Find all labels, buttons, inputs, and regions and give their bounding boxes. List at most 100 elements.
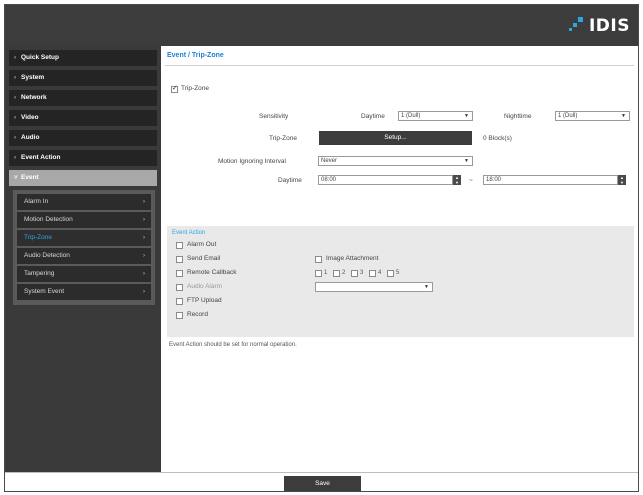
sidebar-item-network[interactable]: › Network [9, 90, 157, 106]
callback-5-label: 5 [396, 270, 400, 276]
submenu-item-label: System Event [24, 288, 65, 295]
chevron-down-icon: ˅ [14, 175, 18, 181]
sidebar-item-system[interactable]: › System [9, 70, 157, 86]
sensitivity-label: Sensitivity [259, 113, 289, 120]
chevron-right-icon: › [143, 253, 145, 259]
main-content: Event / Trip-Zone Trip-Zone Sensitivity … [161, 46, 638, 472]
ftp-upload-label: FTP Upload [187, 297, 222, 304]
sidebar-item-label: Network [21, 94, 47, 101]
audio-alarm-checkbox[interactable] [176, 284, 183, 291]
audio-alarm-select[interactable]: ▼ [315, 282, 433, 292]
sidebar-item-audio[interactable]: › Audio [9, 130, 157, 146]
event-submenu: Alarm In › Motion Detection › Trip-Zone › A… [13, 190, 155, 305]
audio-alarm-label: Audio Alarm [187, 283, 223, 290]
bottom-bar: Save [5, 472, 638, 491]
trip-zone-label: Trip-Zone [269, 135, 297, 142]
submenu-item-label: Motion Detection [24, 216, 73, 223]
callback-1-checkbox[interactable] [315, 270, 322, 277]
callback-4-checkbox[interactable] [369, 270, 376, 277]
daytime-sensitivity-label: Daytime [361, 113, 385, 120]
daytime-range-label: Daytime [278, 177, 302, 184]
bullet-icon: › [14, 155, 16, 161]
event-action-title: Event Action [172, 230, 206, 236]
submenu-item-tampering[interactable]: Tampering › [17, 266, 151, 282]
bullet-icon: › [14, 75, 16, 81]
dropdown-arrow-icon: ▼ [424, 284, 429, 290]
divider [165, 65, 634, 66]
chevron-right-icon: › [143, 289, 145, 295]
ftp-upload-checkbox[interactable] [176, 298, 183, 305]
trip-zone-enable-label: Trip-Zone [181, 85, 209, 92]
logo-text: IDIS [588, 16, 630, 36]
setup-button[interactable]: Setup... [319, 131, 472, 145]
image-attachment-checkbox[interactable] [315, 256, 322, 263]
app-window: IDIS › Quick Setup › System › Network › Vide… [4, 4, 639, 492]
nighttime-sensitivity-select[interactable]: 1 (Dull) ▼ [555, 111, 630, 121]
dropdown-arrow-icon: ▼ [621, 113, 626, 119]
daytime-sensitivity-select[interactable]: 1 (Dull) ▼ [398, 111, 473, 121]
callback-4-label: 4 [378, 270, 382, 276]
motion-ignoring-label: Motion Ignoring Interval [218, 158, 286, 165]
bullet-icon: › [14, 55, 16, 61]
motion-ignoring-select[interactable]: Never ▼ [318, 156, 473, 166]
alarm-out-label: Alarm Out [187, 241, 217, 248]
alarm-out-checkbox[interactable] [176, 242, 183, 249]
bullet-icon: › [14, 95, 16, 101]
chevron-right-icon: › [143, 217, 145, 223]
callback-1-label: 1 [324, 270, 328, 276]
sidebar-item-label: System [21, 74, 45, 81]
callback-3-checkbox[interactable] [351, 270, 358, 277]
send-email-checkbox[interactable] [176, 256, 183, 263]
image-attachment-label: Image Attachment [326, 255, 379, 262]
sidebar-item-label: Event [21, 174, 39, 181]
sidebar-item-event[interactable]: ˅ Event [9, 170, 157, 186]
chevron-right-icon: › [143, 199, 145, 205]
top-bar: IDIS [5, 5, 638, 46]
chevron-right-icon: › [143, 271, 145, 277]
callback-3-label: 3 [360, 270, 364, 276]
daytime-start-spinner[interactable]: ▲ ▼ [453, 175, 461, 185]
submenu-item-alarm-in[interactable]: Alarm In › [17, 194, 151, 210]
sidebar-item-label: Event Action [21, 154, 61, 161]
callback-5-checkbox[interactable] [387, 270, 394, 277]
sidebar: › Quick Setup › System › Network › Video › Au… [5, 46, 161, 472]
submenu-item-motion-detection[interactable]: Motion Detection › [17, 212, 151, 228]
sidebar-item-label: Quick Setup [21, 54, 59, 61]
event-action-note: Event Action should be set for normal op… [169, 342, 297, 348]
daytime-start-input[interactable]: 08:00 [318, 175, 453, 185]
sidebar-item-event-action[interactable]: › Event Action [9, 150, 157, 166]
submenu-item-audio-detection[interactable]: Audio Detection › [17, 248, 151, 264]
send-email-label: Send Email [187, 255, 221, 262]
blocks-count: 0 Block(s) [483, 135, 512, 142]
save-button[interactable]: Save [284, 476, 361, 491]
daytime-end-spinner[interactable]: ▲ ▼ [618, 175, 626, 185]
remote-callback-checkbox[interactable] [176, 270, 183, 277]
select-value: 1 (Dull) [558, 113, 578, 119]
logo-mark-icon [566, 17, 586, 35]
select-value: Never [321, 158, 338, 164]
record-checkbox[interactable] [176, 312, 183, 319]
trip-zone-enable-checkbox[interactable] [171, 84, 178, 93]
breadcrumb: Event / Trip-Zone [167, 52, 224, 59]
range-separator: ~ [469, 177, 473, 184]
nighttime-sensitivity-label: Nighttime [504, 113, 532, 120]
brand-logo: IDIS [566, 15, 630, 37]
sidebar-item-quick-setup[interactable]: › Quick Setup [9, 50, 157, 66]
daytime-end-input[interactable]: 18:00 [483, 175, 618, 185]
dropdown-arrow-icon: ▼ [464, 158, 469, 164]
submenu-item-label: Tampering [24, 270, 55, 277]
submenu-item-label: Trip-Zone [24, 234, 52, 241]
bullet-icon: › [14, 135, 16, 141]
submenu-item-trip-zone[interactable]: Trip-Zone › [17, 230, 151, 246]
callback-2-checkbox[interactable] [333, 270, 340, 277]
event-action-panel: Event Action Alarm Out Send Email Image … [167, 226, 634, 337]
submenu-item-label: Alarm In [24, 198, 49, 205]
chevron-right-icon: › [143, 235, 145, 241]
submenu-item-label: Audio Detection [24, 252, 70, 259]
dropdown-arrow-icon: ▼ [464, 113, 469, 119]
callback-2-label: 2 [342, 270, 346, 276]
select-value: 1 (Dull) [401, 113, 421, 119]
submenu-item-system-event[interactable]: System Event › [17, 284, 151, 300]
sidebar-item-video[interactable]: › Video [9, 110, 157, 126]
sidebar-item-label: Video [21, 114, 39, 121]
